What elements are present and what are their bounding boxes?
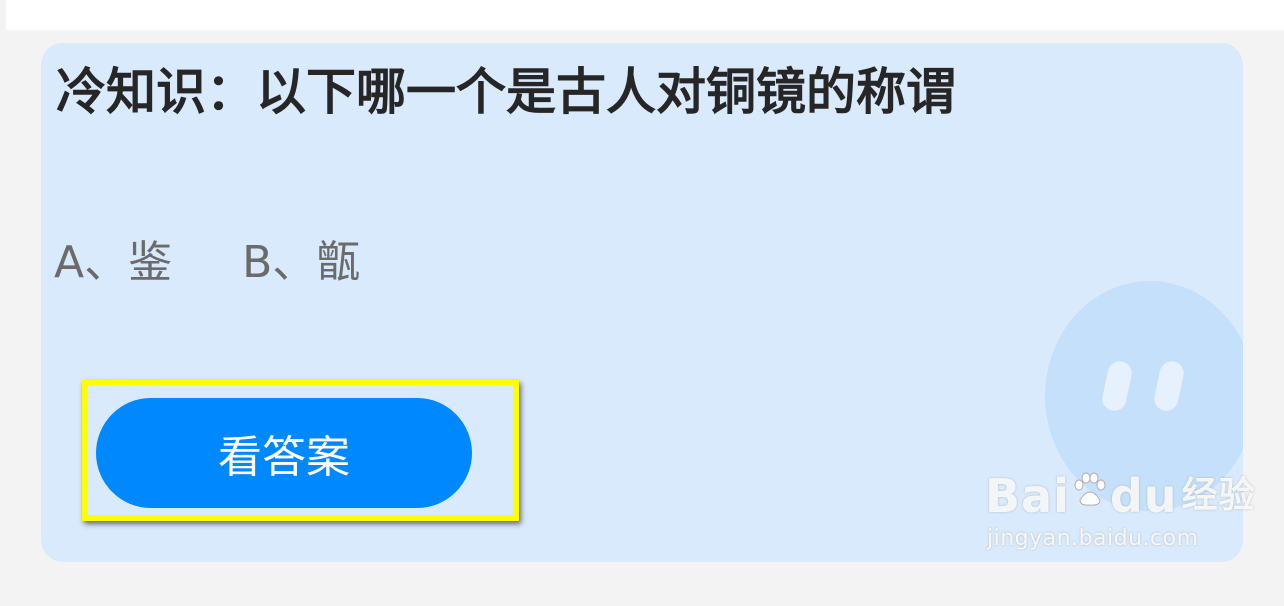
baidu-jingyan-watermark: Bai du 经验 jingyan.baidu.com: [985, 468, 1256, 554]
top-white-strip: [6, 0, 1284, 30]
watermark-logo-text-jingyan: 经验: [1181, 475, 1256, 516]
mascot-right-eye: [1152, 359, 1186, 413]
watermark-url: jingyan.baidu.com: [987, 526, 1199, 551]
paw-icon: [1074, 472, 1106, 506]
view-answer-button[interactable]: 看答案: [96, 398, 472, 508]
answer-options: A、鉴 B、甑: [54, 233, 360, 293]
option-a: A、鉴: [54, 237, 173, 288]
option-b: B、甑: [242, 237, 361, 288]
watermark-logo-text-du: du: [1109, 469, 1178, 523]
watermark-logo: Bai du 经验: [985, 468, 1256, 524]
question-text: 冷知识：以下哪一个是古人对铜镜的称谓: [56, 63, 956, 121]
watermark-logo-text-bai: Bai: [985, 469, 1070, 523]
mascot-left-eye: [1100, 359, 1134, 413]
